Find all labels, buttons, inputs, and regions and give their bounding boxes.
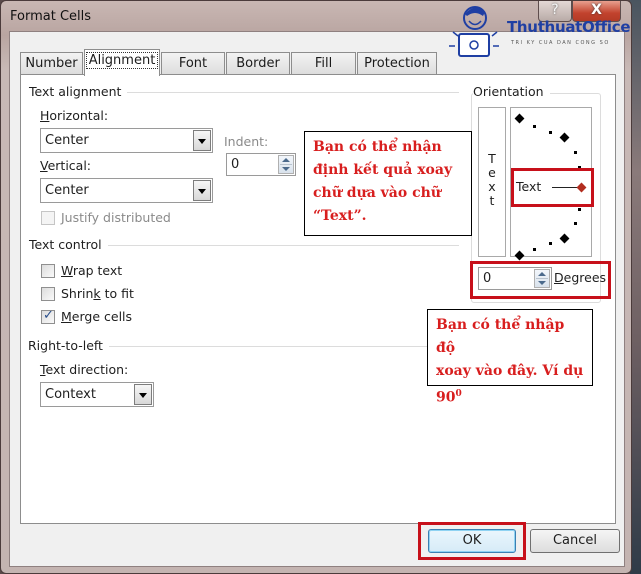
chevron-down-icon[interactable] (193, 180, 211, 201)
right-to-left-group-label: Right-to-left (28, 338, 109, 353)
access-key: M (61, 309, 72, 324)
angle-dot[interactable] (549, 131, 552, 134)
label-text: ertical: (47, 158, 92, 173)
note-line: định kết quả xoay (313, 162, 453, 178)
access-key: H (40, 108, 50, 123)
note-value: 90 (436, 389, 456, 406)
logo-person-laptop-icon (449, 6, 499, 57)
thuthuatoffice-logo: ThuthuatOffice TRI KY CUA DAN CONG SO (445, 2, 635, 64)
spin-buttons[interactable] (278, 155, 294, 174)
wrap-text-label: Wrap text (61, 263, 122, 278)
note-superscript: 0 (455, 389, 462, 399)
access-key: k (93, 286, 101, 301)
dialog-title: Format Cells (10, 9, 92, 24)
vertical-text-box[interactable]: T e x t (478, 107, 506, 257)
tab-label: Protection (364, 56, 430, 71)
horizontal-label: Horizontal: (40, 108, 108, 123)
label-text: orizontal: (49, 108, 109, 123)
vertical-select[interactable]: Center (40, 178, 213, 203)
justify-distributed-checkbox[interactable] (41, 211, 55, 225)
label-text: rap text (72, 263, 123, 278)
label-text: to fit (100, 286, 134, 301)
vertical-char: x (488, 179, 496, 194)
tab-label: Number (25, 56, 78, 71)
angle-marker-45[interactable] (559, 132, 570, 143)
justify-distributed-label: Justify distributed (61, 210, 171, 225)
tab-fill[interactable]: Fill (291, 52, 356, 75)
annotation-note-degrees: Bạn có thể nhập độ xoay vào đây. Ví dụ 9… (427, 309, 593, 406)
angle-dot[interactable] (578, 208, 581, 211)
vertical-label: Vertical: (40, 158, 91, 173)
note-line: xoay vào đây. Ví dụ (436, 363, 584, 379)
checkmark-icon: ✓ (43, 308, 54, 323)
text-direction-select[interactable]: Context (40, 382, 154, 407)
tab-alignment[interactable]: Alignment (84, 49, 160, 76)
angle-marker-90[interactable] (514, 113, 525, 124)
horizontal-value: Center (45, 133, 89, 148)
text-control-group-label: Text control (29, 237, 108, 252)
logo-tagline: TRI KY CUA DAN CONG SO (511, 40, 610, 46)
tab-label: Border (236, 56, 280, 71)
shrink-to-fit-label: Shrink to fit (61, 286, 134, 301)
shrink-to-fit-checkbox[interactable] (41, 287, 55, 301)
access-key: W (61, 263, 73, 278)
dialog-client-area: Number Alignment Font Border Fill Protec… (9, 31, 625, 567)
logo-name: ThuthuatOffice (507, 18, 631, 36)
angle-dot[interactable] (549, 242, 552, 245)
tab-label: Alignment (85, 52, 159, 69)
vertical-text: T e x t (487, 152, 497, 208)
indent-value: 0 (231, 157, 240, 172)
chevron-down-icon[interactable] (134, 384, 152, 405)
divider (280, 164, 292, 165)
alignment-panel: Text alignment Horizontal: Center Indent… (20, 74, 616, 524)
access-key: V (40, 158, 48, 173)
text-alignment-group-label: Text alignment (29, 84, 128, 99)
angle-dot[interactable] (574, 222, 577, 225)
angle-marker-minus45[interactable] (559, 233, 570, 244)
angle-dot[interactable] (574, 151, 577, 154)
vertical-char: e (488, 165, 496, 180)
indent-spinner[interactable]: 0 (226, 153, 296, 176)
text-direction-value: Context (45, 387, 96, 402)
note-line: 900 (436, 383, 584, 410)
annotation-note-orientation: Bạn có thể nhận định kết quả xoay chữ dự… (304, 131, 472, 236)
dial-text-highlight (511, 168, 594, 207)
tab-number[interactable]: Number (20, 52, 83, 75)
ok-button[interactable]: OK (428, 529, 516, 553)
tab-font[interactable]: Font (161, 52, 225, 75)
label-text: erge cells (71, 309, 133, 324)
cancel-button[interactable]: Cancel (530, 529, 620, 553)
indent-label: Indent: (224, 134, 269, 149)
degrees-highlight (470, 261, 611, 299)
spin-up-icon[interactable] (282, 158, 290, 162)
orientation-group-label: Orientation (473, 84, 550, 99)
format-cells-dialog: Format Cells ? X Number Alignment Font B… (0, 0, 632, 574)
text-direction-label: Text direction: (40, 362, 128, 377)
horizontal-select[interactable]: Center (40, 128, 213, 153)
label-text: ext direction: (45, 362, 129, 377)
label-text: Shrin (61, 286, 94, 301)
tab-protection[interactable]: Protection (357, 52, 437, 75)
wrap-text-checkbox[interactable] (41, 264, 55, 278)
spin-down-icon[interactable] (282, 167, 290, 171)
angle-dot[interactable] (533, 248, 536, 251)
vertical-char: T (488, 151, 496, 166)
angle-dot[interactable] (533, 125, 536, 128)
note-line: Bạn có thể nhận (313, 139, 442, 155)
note-line: “Text”. (313, 208, 367, 224)
chevron-down-icon[interactable] (193, 130, 211, 151)
tab-label: Fill (314, 56, 333, 71)
note-line: chữ dựa vào chữ (313, 185, 441, 201)
vertical-value: Center (45, 183, 89, 198)
vertical-char: t (489, 193, 495, 208)
tab-label: Font (178, 56, 208, 71)
merge-cells-checkbox[interactable]: ✓ (41, 308, 55, 324)
tab-border[interactable]: Border (226, 52, 290, 75)
merge-cells-label: Merge cells (61, 309, 132, 324)
note-line: Bạn có thể nhập độ (436, 317, 565, 356)
